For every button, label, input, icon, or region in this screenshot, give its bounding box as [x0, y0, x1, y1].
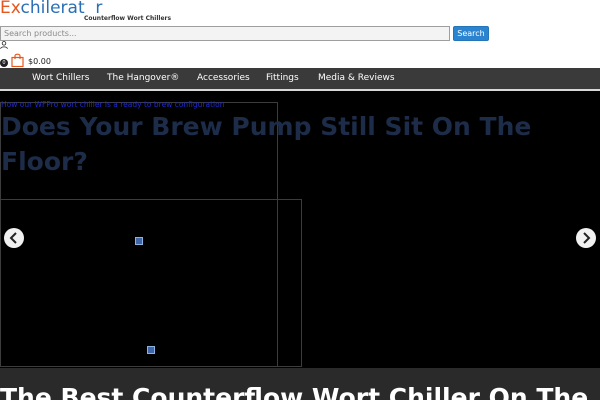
chevron-left-icon — [9, 232, 17, 244]
slide-image-frame — [0, 199, 302, 367]
nav-item-accessories[interactable]: Accessories — [197, 68, 250, 89]
slide-title: Does Your Brew Pump Still Sit On The Flo… — [1, 112, 532, 176]
nav-item-the-hangover[interactable]: The Hangover® — [107, 68, 179, 89]
hero-bottom-band: The Best Counterflow Wort Chiller On The — [0, 368, 600, 400]
search-button[interactable]: Search — [453, 26, 489, 41]
logo-tagline: Counterflow Wort Chillers — [84, 15, 172, 22]
nav-item-wort-chillers[interactable]: Wort Chillers — [32, 68, 89, 89]
main-nav: Wort Chillers The Hangover® Accessories … — [0, 68, 600, 89]
slide-link[interactable]: How our WFPro wort chiller is a ready to… — [1, 100, 224, 109]
slider-prev-button[interactable] — [4, 228, 24, 248]
broken-image-icon — [135, 237, 143, 245]
site-logo[interactable]: Exchilerat r Counterflow Wort Chillers — [0, 0, 171, 24]
hero-slider: How our WFPro wort chiller is a ready to… — [0, 89, 600, 400]
page: Exchilerat r Counterflow Wort Chillers S… — [0, 0, 600, 400]
chevron-right-icon — [583, 232, 591, 244]
cart-total[interactable]: $0.00 — [28, 57, 51, 66]
logo-prefix: Ex — [0, 0, 21, 18]
broken-image-icon — [147, 346, 155, 354]
hero-top-strip — [0, 89, 600, 91]
nav-item-media-reviews[interactable]: Media & Reviews — [318, 68, 395, 89]
hero-bottom-title: The Best Counterflow Wort Chiller On The — [0, 383, 589, 400]
nav-item-fittings[interactable]: Fittings — [266, 68, 299, 89]
user-icon[interactable] — [0, 41, 8, 49]
shopping-bag-icon[interactable] — [11, 53, 24, 67]
cart-count-badge: 0 — [0, 59, 8, 67]
slider-next-button[interactable] — [576, 228, 596, 248]
search-input[interactable] — [0, 26, 450, 41]
